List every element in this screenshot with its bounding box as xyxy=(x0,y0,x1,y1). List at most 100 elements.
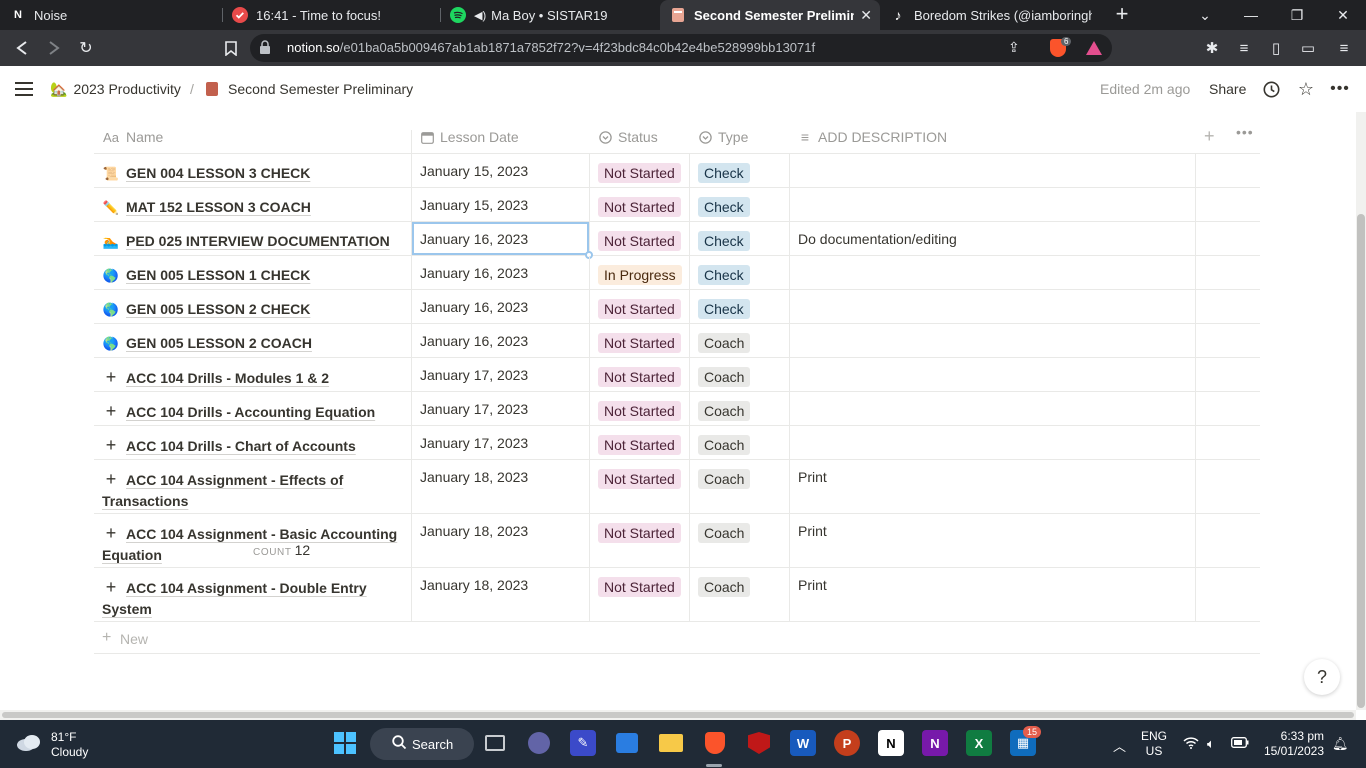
status-cell[interactable]: Not Started xyxy=(590,392,689,425)
word-icon[interactable]: W xyxy=(790,730,816,756)
reload-button[interactable]: ↻ xyxy=(76,38,96,58)
powerpoint-icon[interactable]: P xyxy=(834,730,860,756)
windows-start-icon[interactable] xyxy=(332,730,358,756)
table-options-icon[interactable]: ••• xyxy=(1236,124,1254,140)
status-cell[interactable]: Not Started xyxy=(590,222,689,255)
status-cell[interactable]: Not Started xyxy=(590,568,689,621)
restore-button[interactable]: ❐ xyxy=(1274,0,1320,30)
share-page-icon[interactable]: ⇪ xyxy=(1008,39,1026,57)
column-header-type[interactable]: Type xyxy=(698,129,748,145)
column-header-description[interactable]: ≡ ADD DESCRIPTION xyxy=(798,129,947,145)
task-view-icon[interactable] xyxy=(482,730,508,756)
row-title-cell[interactable]: + ACC 104 Drills - Modules 1 & 2 xyxy=(94,358,411,391)
forward-button[interactable] xyxy=(44,38,64,58)
tab-search-chevron-icon[interactable]: ⌄ xyxy=(1182,0,1228,30)
new-row-button[interactable]: + New xyxy=(94,622,1260,654)
wallet-icon[interactable]: ▭ xyxy=(1298,38,1318,58)
table-row[interactable]: + ACC 104 Drills - Chart of Accounts Janua… xyxy=(94,426,1260,460)
scrollbar-thumb[interactable] xyxy=(2,712,1354,718)
row-title[interactable]: ACC 104 Drills - Chart of Accounts xyxy=(126,438,356,454)
table-row[interactable]: 🏊 PED 025 INTERVIEW DOCUMENTATION January … xyxy=(94,222,1260,259)
lesson-date-cell[interactable]: January 18, 2023 xyxy=(412,460,589,513)
table-row[interactable]: 🌎 GEN 005 LESSON 2 COACH January 16, 2023 N… xyxy=(94,324,1260,358)
brave-browser-icon[interactable] xyxy=(702,730,728,756)
table-row[interactable]: 🌎 GEN 005 LESSON 1 CHECK January 16, 2023 I… xyxy=(94,256,1260,290)
description-cell[interactable] xyxy=(790,256,1195,289)
description-cell[interactable] xyxy=(790,154,1195,187)
share-button[interactable]: Share xyxy=(1209,81,1246,97)
bookmark-icon[interactable] xyxy=(221,38,241,58)
row-title[interactable]: MAT 152 LESSON 3 COACH xyxy=(126,199,311,215)
description-cell[interactable] xyxy=(790,188,1195,221)
excel-icon[interactable]: X xyxy=(966,730,992,756)
table-row[interactable]: + ACC 104 Drills - Accounting Equation Jan… xyxy=(94,392,1260,426)
cloud-icon[interactable] xyxy=(16,734,42,752)
close-tab-icon[interactable]: ✕ xyxy=(860,7,872,24)
onenote-icon[interactable]: N xyxy=(922,730,948,756)
row-title-cell[interactable]: 🌎 GEN 005 LESSON 2 CHECK xyxy=(94,290,411,323)
taskbar-search[interactable]: Search xyxy=(370,728,474,760)
store-icon[interactable] xyxy=(614,730,640,756)
lesson-date-cell[interactable]: January 17, 2023 xyxy=(412,358,589,391)
row-title[interactable]: ACC 104 Assignment - Effects of Transact… xyxy=(102,472,343,509)
row-title[interactable]: GEN 005 LESSON 2 CHECK xyxy=(126,301,310,317)
stylus-app-icon[interactable]: ✎ xyxy=(570,730,596,756)
column-header-name[interactable]: Aa Name xyxy=(102,129,163,145)
status-cell[interactable]: Not Started xyxy=(590,290,689,323)
status-cell[interactable]: Not Started xyxy=(590,460,689,513)
lesson-date-cell[interactable]: January 18, 2023 xyxy=(412,514,589,567)
row-title-cell[interactable]: 🌎 GEN 005 LESSON 1 CHECK xyxy=(94,256,411,289)
type-cell[interactable]: Coach xyxy=(690,514,789,567)
sidebar-toggle-icon[interactable] xyxy=(15,82,33,96)
description-cell[interactable]: Do documentation/editing xyxy=(790,222,1195,255)
breadcrumb-item-productivity[interactable]: 🏡 2023 Productivity xyxy=(50,81,181,98)
description-cell[interactable]: Print xyxy=(790,460,1195,513)
extensions-icon[interactable]: ✱ xyxy=(1202,38,1222,58)
description-cell[interactable]: Print xyxy=(790,568,1195,621)
status-cell[interactable]: Not Started xyxy=(590,514,689,567)
lesson-date-cell[interactable]: January 15, 2023 xyxy=(412,154,589,187)
type-cell[interactable]: Coach xyxy=(690,568,789,621)
type-cell[interactable]: Check xyxy=(690,188,789,221)
status-cell[interactable]: Not Started xyxy=(590,358,689,391)
row-title-cell[interactable]: + ACC 104 Drills - Accounting Equation xyxy=(94,392,411,425)
lesson-date-cell[interactable]: January 16, 2023 xyxy=(412,256,589,289)
menu-icon[interactable]: ≡ xyxy=(1334,38,1354,58)
row-title-cell[interactable]: 🌎 GEN 005 LESSON 2 COACH xyxy=(94,324,411,357)
add-property-icon[interactable]: + xyxy=(1204,126,1215,147)
lesson-date-cell[interactable]: January 15, 2023 xyxy=(412,188,589,221)
type-cell[interactable]: Check xyxy=(690,222,789,255)
horizontal-scrollbar[interactable] xyxy=(0,710,1356,720)
history-clock-icon[interactable] xyxy=(1261,79,1281,99)
row-title-cell[interactable]: + ACC 104 Assignment - Effects of Transac… xyxy=(94,460,411,513)
sidebar-icon[interactable]: ▯ xyxy=(1266,38,1286,58)
row-title[interactable]: ACC 104 Assignment - Double Entry System xyxy=(102,580,367,617)
row-title[interactable]: GEN 005 LESSON 1 CHECK xyxy=(126,267,310,283)
lesson-date-cell[interactable]: January 18, 2023 xyxy=(412,568,589,621)
row-title[interactable]: ACC 104 Drills - Modules 1 & 2 xyxy=(126,370,329,386)
file-explorer-icon[interactable] xyxy=(658,730,684,756)
battery-icon[interactable] xyxy=(1231,736,1249,751)
column-header-lesson-date[interactable]: Lesson Date xyxy=(420,129,519,145)
table-row[interactable]: 🌎 GEN 005 LESSON 2 CHECK January 16, 2023 N… xyxy=(94,290,1260,324)
row-title-cell[interactable]: ✏️ MAT 152 LESSON 3 COACH xyxy=(94,188,411,221)
vertical-scrollbar[interactable] xyxy=(1356,112,1366,710)
type-cell[interactable]: Check xyxy=(690,154,789,187)
weather-widget[interactable]: 81°F Cloudy xyxy=(51,730,88,760)
row-title-cell[interactable]: + ACC 104 Drills - Chart of Accounts xyxy=(94,426,411,459)
minimize-button[interactable]: — xyxy=(1228,0,1274,30)
tab-focus-timer[interactable]: 16:41 - Time to focus! xyxy=(222,0,440,30)
description-cell[interactable] xyxy=(790,426,1195,459)
row-title[interactable]: ACC 104 Drills - Accounting Equation xyxy=(126,404,375,420)
description-cell[interactable] xyxy=(790,358,1195,391)
row-title-cell[interactable]: + ACC 104 Assignment - Double Entry Syste… xyxy=(94,568,411,621)
description-cell[interactable] xyxy=(790,324,1195,357)
lesson-date-cell[interactable]: January 16, 2023 xyxy=(412,222,589,255)
type-cell[interactable]: Check xyxy=(690,256,789,289)
type-cell[interactable]: Check xyxy=(690,290,789,323)
description-cell[interactable]: Print xyxy=(790,514,1195,567)
type-cell[interactable]: Coach xyxy=(690,392,789,425)
address-bar[interactable]: notion.so/e01ba0a5b009467ab1ab1871a7852f… xyxy=(250,34,1112,62)
table-row[interactable]: + ACC 104 Assignment - Double Entry Syste… xyxy=(94,568,1260,622)
notion-app-icon[interactable]: N xyxy=(878,730,904,756)
